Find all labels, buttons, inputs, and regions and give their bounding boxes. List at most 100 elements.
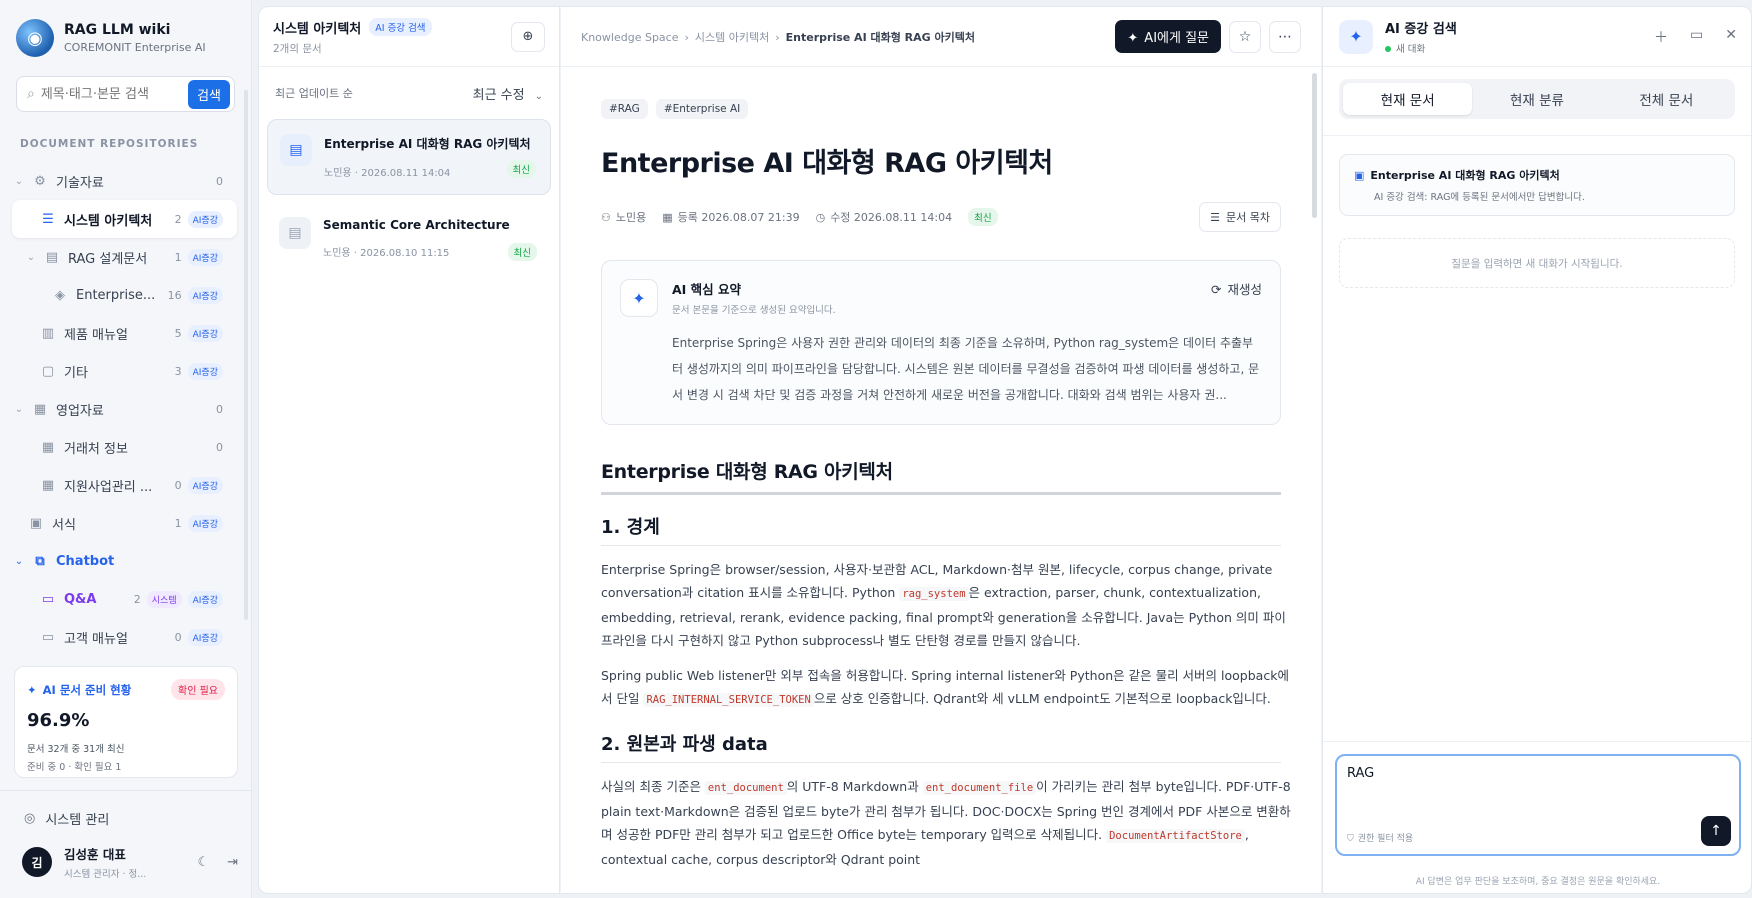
chevron-down-icon[interactable]: ⌄: [12, 404, 26, 415]
regenerate-button[interactable]: ⟳ 재생성: [1211, 279, 1262, 298]
layout-icon: ▣: [29, 515, 43, 531]
ai-badge: AI증강: [187, 628, 223, 646]
building-icon: ▦: [33, 401, 47, 417]
sidebar-item-label: 시스템 아키텍처: [64, 213, 153, 229]
sort-value: 최근 수정: [472, 87, 525, 103]
item-count: 2: [174, 212, 182, 226]
breadcrumb-item[interactable]: Knowledge Space: [581, 31, 679, 44]
sidebar-item-sales-docs[interactable]: ⌄ ▦ 영업자료 0: [12, 390, 237, 428]
chevron-down-icon[interactable]: ⌄: [24, 252, 38, 263]
new-document-button[interactable]: ⊕: [511, 21, 545, 52]
inline-code: rag_system: [899, 587, 969, 601]
brand: ◉ RAG LLM wiki COREMONIT Enterprise AI: [0, 0, 251, 60]
tag[interactable]: #RAG: [601, 99, 648, 119]
sidebar-item-label: 기타: [64, 365, 88, 381]
sidebar-item-product-manual[interactable]: ▥ 제품 매뉴얼 5 AI증강: [12, 314, 237, 352]
search-icon: ⌕: [27, 86, 35, 102]
plus-icon[interactable]: ＋: [1654, 27, 1668, 47]
tab-current-document[interactable]: 현재 문서: [1343, 83, 1473, 115]
bot-icon: ⧉: [35, 553, 45, 569]
tag[interactable]: #Enterprise AI: [655, 99, 749, 119]
ai-status: 새 대화: [1396, 44, 1426, 55]
section-heading: Enterprise 대화형 RAG 아키텍처: [601, 457, 1281, 495]
question-input[interactable]: [1347, 766, 1729, 818]
more-icon: ⋯: [1278, 28, 1292, 45]
sidebar-item-rag-design[interactable]: ⌄ ▤ RAG 설계문서 1 AI증강: [12, 238, 237, 276]
question-input-box: ⛉권한 필터 적용 ↑: [1335, 754, 1741, 856]
doc-registered: 등록 2026.08.07 21:39: [677, 211, 800, 224]
chat-icon: ▭: [41, 629, 55, 645]
arrow-up-icon: ↑: [1710, 823, 1722, 839]
document-icon: ▢: [41, 363, 55, 379]
sidebar-item-label: Q&A: [64, 591, 97, 607]
toc-label: 문서 목차: [1226, 211, 1270, 224]
sparkle-icon: ✦: [620, 279, 658, 317]
sidebar-item-chatbot[interactable]: ⌄ ⧉ Chatbot: [12, 542, 237, 580]
sidebar-item-label: Enterprise...: [76, 287, 156, 303]
status-badge: 확인 필요: [171, 679, 225, 700]
doc-date: 2026.08.11 14:04: [361, 168, 451, 179]
star-icon: ☆: [1238, 28, 1252, 45]
favorite-button[interactable]: ☆: [1229, 20, 1261, 53]
more-button[interactable]: ⋯: [1269, 20, 1301, 53]
sidebar-search: ⌕ 검색: [16, 76, 235, 112]
send-button[interactable]: ↑: [1701, 816, 1731, 846]
chevron-down-icon[interactable]: ⌄: [12, 176, 26, 187]
item-count: 0: [216, 440, 223, 454]
clock-icon: ◷: [815, 211, 826, 224]
item-count: 1: [174, 250, 182, 264]
repo-heading: DOCUMENT REPOSITORIES: [20, 138, 199, 150]
search-button[interactable]: 검색: [188, 79, 230, 109]
sidebar-item-support-program[interactable]: ▦ 지원사업관리 ... 0 AI증강: [12, 466, 237, 504]
list-item[interactable]: ▤ Semantic Core Architecture 노민용 · 2026.…: [267, 203, 551, 279]
chevron-down-icon[interactable]: ⌄: [12, 556, 26, 567]
close-icon[interactable]: ✕: [1725, 27, 1737, 47]
summary-text: Enterprise Spring은 사용자 권한 관리와 데이터의 최종 기준…: [672, 336, 1260, 402]
item-count: 0: [216, 402, 223, 416]
inline-code: ent_document_file: [922, 781, 1037, 795]
sidebar-item-tech-docs[interactable]: ⌄ ⚙ 기술자료 0: [12, 162, 237, 200]
ai-badge: AI증강: [187, 514, 223, 532]
sidebar-scrollbar[interactable]: [244, 90, 248, 620]
sidebar-item-etc[interactable]: ▢ 기타 3 AI증강: [12, 352, 237, 390]
ready-line-1: 문서 32개 중 31개 최신: [27, 744, 125, 755]
sidebar-item-label: 제품 매뉴얼: [64, 327, 128, 343]
ask-ai-button[interactable]: ✦ AI에게 질문: [1115, 20, 1221, 53]
user-role: 시스템 관리자 · 정...: [64, 869, 147, 880]
document-view: Knowledge Space › 시스템 아키텍처 › Enterprise AI 대…: [561, 6, 1321, 894]
subsection-heading: 2. 원본과 파생 data: [601, 730, 1281, 763]
chevron-down-icon: ⌄: [534, 90, 543, 102]
ready-percent: 96.9%: [27, 710, 90, 731]
sidebar-item-label: 서식: [52, 517, 76, 533]
toc-button[interactable]: ☰ 문서 목차: [1199, 202, 1281, 232]
page-title: Enterprise AI 대화형 RAG 아키텍처: [601, 148, 1053, 179]
list-item[interactable]: ▤ Enterprise AI 대화형 RAG 아키텍처 노민용 · 2026.…: [267, 119, 551, 195]
context-title: Enterprise AI 대화형 RAG 아키텍처: [1370, 169, 1560, 182]
moon-icon[interactable]: ☾: [197, 855, 209, 870]
avatar[interactable]: 김: [22, 847, 52, 877]
sidebar-item-enterprise[interactable]: ◈ Enterprise... 16 AI증강: [12, 276, 237, 314]
sidebar-item-label: 거래처 정보: [64, 441, 128, 457]
sidebar-item-qa[interactable]: ▭ Q&A 2 시스템 AI증강: [12, 580, 237, 618]
sidebar-item-label: Chatbot: [56, 553, 115, 569]
doc-author: 노민용: [615, 211, 647, 224]
logout-icon[interactable]: ⇥: [227, 855, 238, 870]
brand-subtitle: COREMONIT Enterprise AI: [64, 41, 206, 54]
sidebar-item-customer-manual[interactable]: ▭ 고객 매뉴얼 0 AI증강: [12, 618, 237, 656]
ai-ready-card: ✦ AI 문서 준비 현황 확인 필요 96.9% 문서 32개 중 31개 최신…: [14, 666, 238, 778]
sidebar-item-system-architecture[interactable]: ☰ 시스템 아키텍처 2 AI증강: [12, 200, 237, 238]
sidebar-item-clients[interactable]: ▦ 거래처 정보 0: [12, 428, 237, 466]
repo-tree: ⌄ ⚙ 기술자료 0 ☰ 시스템 아키텍처 2 AI증강 ⌄ ▤ RAG 설계문…: [0, 162, 251, 656]
system-admin-link[interactable]: ◎ 시스템 관리: [0, 791, 252, 828]
chat-history-icon[interactable]: ▭: [1690, 27, 1703, 47]
item-count: 16: [167, 288, 182, 302]
tab-all-documents[interactable]: 전체 문서: [1602, 83, 1731, 115]
sidebar-item-forms[interactable]: ▣ 서식 1 AI증강: [12, 504, 237, 542]
book-icon: ▥: [41, 325, 55, 341]
sort-select[interactable]: 최근 수정 ⌄: [473, 84, 543, 103]
search-input[interactable]: [40, 86, 189, 102]
doc-title: Enterprise AI 대화형 RAG 아키텍처: [324, 137, 531, 151]
breadcrumb-item[interactable]: 시스템 아키텍처: [695, 31, 769, 44]
document-scrollbar[interactable]: [1312, 73, 1317, 218]
tab-current-category[interactable]: 현재 분류: [1472, 83, 1601, 115]
